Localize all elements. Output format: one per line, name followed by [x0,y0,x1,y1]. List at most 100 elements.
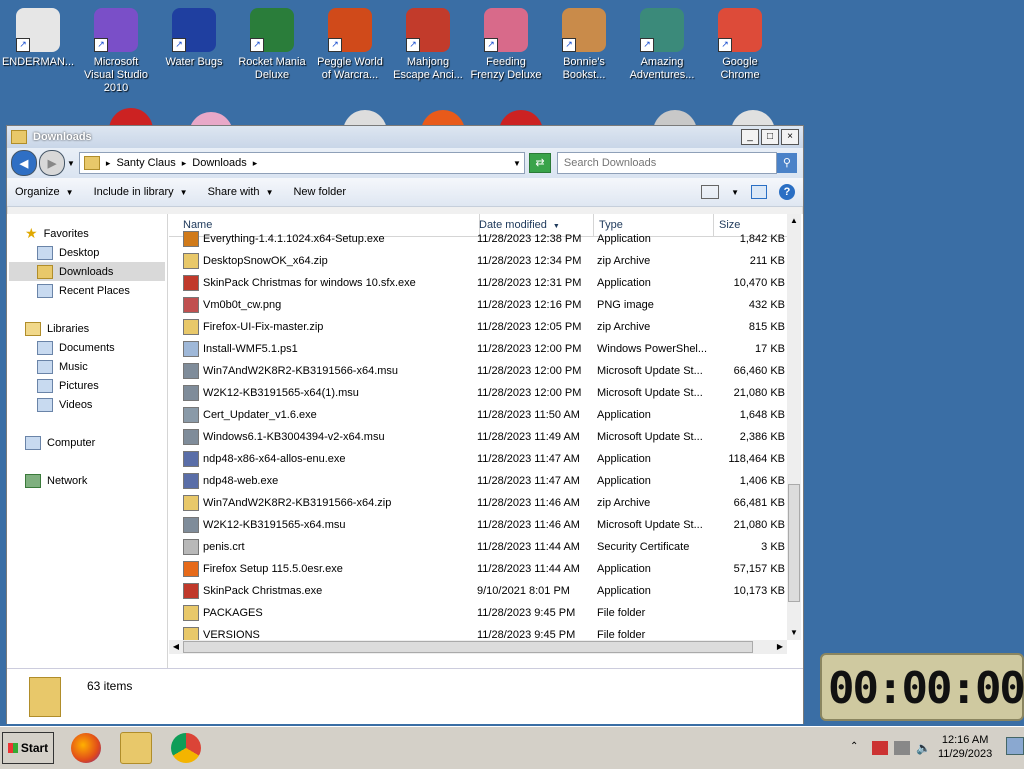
desktop-icon[interactable]: ↗ Microsoft Visual Studio 2010 [78,8,154,95]
file-size: 10,470 KB [733,277,785,289]
taskbar-firefox[interactable] [66,730,106,766]
desktop-icon[interactable]: ↗ Peggle World of Warcra... [312,8,388,82]
table-row[interactable]: Install-WMF5.1.ps1 11/28/2023 12:00 PM Win… [169,338,787,360]
desktop-icon[interactable]: ↗ Mahjong Escape Anci... [390,8,466,82]
file-date: 11/28/2023 11:46 AM [477,497,580,509]
table-row[interactable]: DesktopSnowOK_x64.zip 11/28/2023 12:34 PM… [169,250,787,272]
recent-pages-dropdown[interactable]: ▼ [67,159,75,168]
desktop-icon[interactable]: ↗ Bonnie's Bookst... [546,8,622,82]
table-row[interactable]: Firefox Setup 115.5.0esr.exe 11/28/2023 1… [169,558,787,580]
taskbar-explorer[interactable] [116,730,156,766]
nav-label: Downloads [59,265,114,278]
table-row[interactable]: SkinPack Christmas for windows 10.sfx.ex… [169,272,787,294]
windows-logo-icon [7,743,18,753]
desktop-icon[interactable]: ↗ Water Bugs [156,8,232,69]
item-count: 63 items [87,679,133,693]
search-input[interactable] [561,156,752,170]
file-size: 118,464 KB [728,453,785,465]
desktop-icon[interactable]: ↗ Feeding Frenzy Deluxe [468,8,544,82]
refresh-button[interactable]: ⇄ [528,153,551,173]
search-button[interactable]: ⚲ [776,153,797,173]
nav-favorites[interactable]: ★ Favorites [25,224,183,243]
chevron-down-icon: ▼ [265,188,274,197]
table-row[interactable]: Windows6.1-KB3004394-v2-x64.msu 11/28/202… [169,426,787,448]
title-bar[interactable]: Downloads _ □ × [7,126,803,148]
file-name-cell: Install-WMF5.1.ps1 [183,338,473,360]
file-icon [183,253,199,269]
address-dropdown[interactable]: ▼ [510,159,524,168]
clock[interactable]: 12:16 AM 11/29/2023 [938,733,992,761]
back-button[interactable]: ◀ [11,150,37,176]
breadcrumb-separator[interactable]: ▸ [106,158,111,169]
file-name: Vm0b0t_cw.png [203,299,282,311]
table-row[interactable]: Win7AndW2K8R2-KB3191566-x64.msu 11/28/202… [169,360,787,382]
desktop-icon[interactable]: ↗ Rocket Mania Deluxe [234,8,310,82]
table-row[interactable]: W2K12-KB3191565-x64.msu 11/28/2023 11:46 … [169,514,787,536]
nav-computer[interactable]: Computer [25,433,183,452]
organize-button[interactable]: Organize ▼ [15,186,74,198]
file-name-cell: W2K12-KB3191565-x64(1).msu [183,382,473,404]
chevron-down-icon[interactable]: ▼ [731,188,739,197]
table-row[interactable]: PACKAGES 11/28/2023 9:45 PM File folder [169,602,787,624]
nav-downloads[interactable]: Downloads [9,262,165,281]
nav-network[interactable]: Network [25,471,183,490]
preview-pane-icon[interactable] [751,185,767,199]
action-center-icon[interactable] [872,741,888,755]
table-row[interactable]: Win7AndW2K8R2-KB3191566-x64.zip 11/28/202… [169,492,787,514]
taskbar-chrome[interactable] [166,730,206,766]
table-row[interactable]: Cert_Updater_v1.6.exe 11/28/2023 11:50 AM… [169,404,787,426]
scroll-down-button[interactable]: ▼ [787,626,801,640]
file-size: 211 KB [749,255,785,267]
table-row[interactable]: Vm0b0t_cw.png 11/28/2023 12:16 PM PNG imag… [169,294,787,316]
table-row[interactable]: Firefox-UI-Fix-master.zip 11/28/2023 12:0… [169,316,787,338]
share-with-button[interactable]: Share with ▼ [208,186,274,198]
scroll-left-button[interactable]: ◀ [169,640,183,654]
file-size: 1,842 KB [739,233,785,245]
change-view-icon[interactable] [701,185,720,199]
forward-button[interactable]: ▶ [39,150,65,176]
vertical-scrollbar[interactable]: ▲ ▼ [787,214,801,640]
help-icon[interactable]: ? [779,184,795,200]
start-button[interactable]: Start [2,732,54,764]
table-row[interactable]: ndp48-web.exe 11/28/2023 11:47 AM Applicat… [169,470,787,492]
shortcut-arrow-icon: ↗ [328,38,342,52]
table-row[interactable]: SkinPack Christmas.exe 9/10/2021 8:01 PM A… [169,580,787,602]
table-row[interactable]: ndp48-x86-x64-allos-enu.exe 11/28/2023 11… [169,448,787,470]
table-row[interactable]: Everything-1.4.1.1024.x64-Setup.exe 11/28… [169,228,787,250]
desktop-icon[interactable]: ↗ Google Chrome [702,8,778,82]
breadcrumb-santy-claus[interactable]: Santy Claus [116,157,175,169]
timer-gadget[interactable]: 00:00:00 [820,653,1024,721]
shortcut-arrow-icon: ↗ [250,38,264,52]
file-name: Firefox-UI-Fix-master.zip [203,321,324,333]
vertical-scroll-thumb[interactable] [788,484,800,602]
network-icon[interactable] [894,741,910,755]
breadcrumb-separator[interactable]: ▸ [182,158,187,169]
timer-display: 00:00:00 [828,663,1024,714]
address-bar[interactable]: ▸ Santy Claus ▸ Downloads ▸ ▼ [78,152,525,174]
horizontal-scroll-thumb[interactable] [183,641,753,653]
breadcrumb-downloads[interactable]: Downloads [192,157,246,169]
file-date: 11/28/2023 12:31 PM [477,277,582,289]
breadcrumb-separator[interactable]: ▸ [253,158,258,169]
search-box[interactable] [556,152,777,174]
desktop-icon[interactable]: ↗ Amazing Adventures... [624,8,700,82]
maximize-button[interactable]: □ [761,129,779,145]
horizontal-scrollbar[interactable]: ◀ ▶ [169,640,787,654]
include-in-library-button[interactable]: Include in library ▼ [94,186,188,198]
scroll-up-button[interactable]: ▲ [787,214,801,228]
show-hidden-icons-icon[interactable]: ⌃ [850,741,866,755]
refresh-icon: ⇄ [535,157,545,169]
file-name-cell: Win7AndW2K8R2-KB3191566-x64.msu [183,360,473,382]
close-button[interactable]: × [781,129,799,145]
minimize-button[interactable]: _ [741,129,759,145]
scroll-right-button[interactable]: ▶ [773,640,787,654]
show-desktop-button[interactable] [1006,737,1024,755]
table-row[interactable]: penis.crt 11/28/2023 11:44 AM Security Cer… [169,536,787,558]
table-row[interactable]: W2K12-KB3191565-x64(1).msu 11/28/2023 12:… [169,382,787,404]
nav-libraries[interactable]: Libraries [25,319,183,338]
new-folder-button[interactable]: New folder [293,186,346,198]
file-name-cell: penis.crt [183,536,473,558]
desktop-icon-label: Rocket Mania Deluxe [238,56,306,81]
desktop-icon[interactable]: ↗ ENDERMAN... [0,8,76,69]
volume-icon[interactable]: 🔈 [916,741,932,755]
